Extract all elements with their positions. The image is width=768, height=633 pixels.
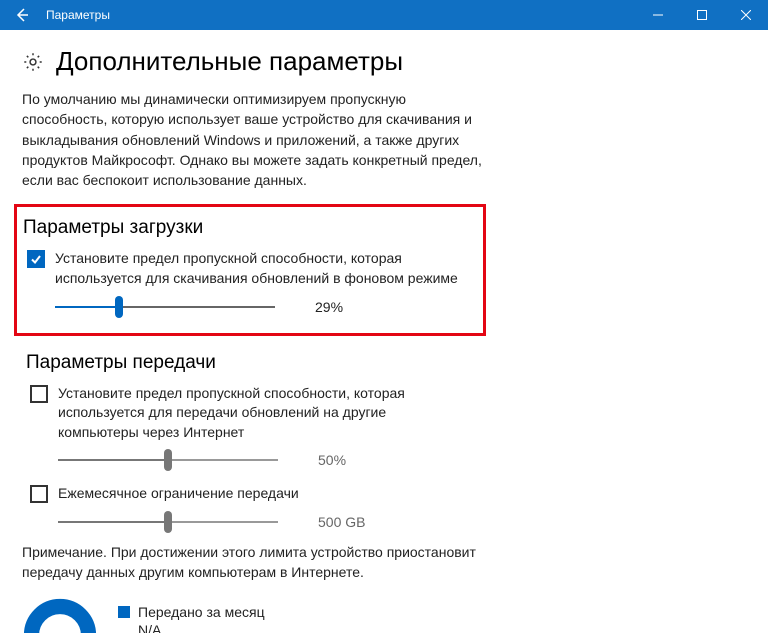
page-header: Дополнительные параметры [22,46,746,77]
back-button[interactable] [0,0,44,30]
monthly-limit-slider[interactable] [58,510,278,534]
minimize-button[interactable] [636,0,680,30]
legend-text: Передано за месяц N/A [138,603,265,633]
upload-limit-checkbox[interactable] [30,385,48,403]
maximize-icon [697,10,707,20]
intro-text: По умолчанию мы динамически оптимизируем… [22,89,482,190]
upload-bw-slider-value: 50% [318,452,346,468]
window-title: Параметры [46,8,110,22]
download-limit-checkbox[interactable] [27,250,45,268]
monthly-limit-checkbox[interactable] [30,485,48,503]
upload-bw-slider-row: 50% [58,448,746,472]
download-section-title: Параметры загрузки [23,217,473,239]
monthly-slider-value: 500 GB [318,514,365,530]
download-slider-value: 29% [315,299,343,315]
upload-section-title: Параметры передачи [26,352,746,374]
upload-section: Параметры передачи Установите предел про… [22,352,746,633]
upload-note: Примечание. При достижении этого лимита … [22,542,482,583]
download-bandwidth-slider[interactable] [55,295,275,319]
arrow-left-icon [14,7,30,23]
close-button[interactable] [724,0,768,30]
download-section: Параметры загрузки Установите предел про… [14,204,486,335]
page-title: Дополнительные параметры [56,46,403,77]
download-limit-option: Установите предел пропускной способности… [27,249,467,288]
legend-value: N/A [138,621,265,633]
legend-swatch [118,606,130,618]
maximize-button[interactable] [680,0,724,30]
usage-row: Передано за месяц N/A [22,597,746,633]
download-slider-row: 29% [55,295,473,319]
window-controls [636,0,768,30]
titlebar: Параметры [0,0,768,30]
minimize-icon [653,10,663,20]
titlebar-left: Параметры [0,0,110,30]
check-icon [30,253,42,265]
upload-limit-option: Установите предел пропускной способности… [30,384,470,443]
download-limit-label: Установите предел пропускной способности… [55,249,467,288]
monthly-slider-row: 500 GB [58,510,746,534]
gear-icon [22,51,44,73]
usage-legend: Передано за месяц N/A [118,603,265,633]
close-icon [741,10,751,20]
monthly-limit-option: Ежемесячное ограничение передачи [30,484,470,504]
legend-title: Передано за месяц [138,603,265,621]
monthly-limit-label: Ежемесячное ограничение передачи [58,484,299,504]
content: Дополнительные параметры По умолчанию мы… [0,30,768,633]
upload-limit-label: Установите предел пропускной способности… [58,384,470,443]
upload-bandwidth-slider[interactable] [58,448,278,472]
usage-donut-icon [22,597,98,633]
